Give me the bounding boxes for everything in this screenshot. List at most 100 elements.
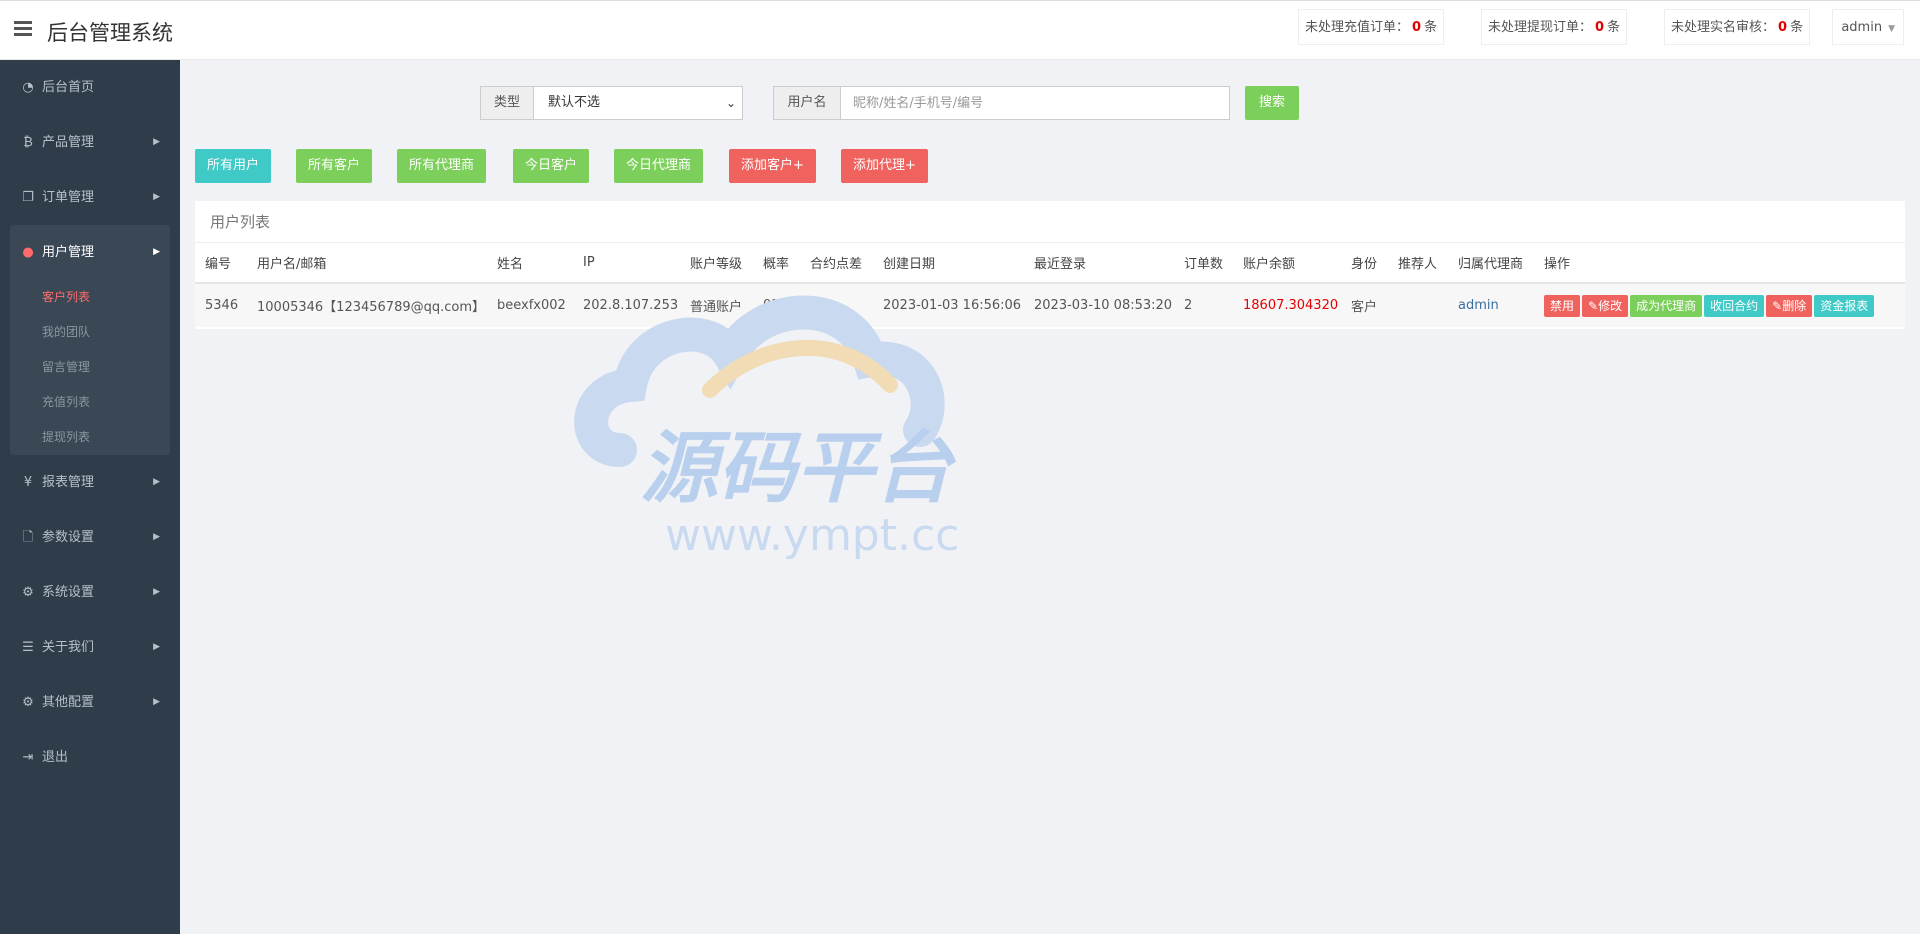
sidebar-item-users[interactable]: ● 用户管理 ▶ xyxy=(10,225,170,280)
type-select[interactable]: 默认不选 ⌄ xyxy=(533,86,743,120)
column-header: 合约点差 xyxy=(800,243,873,284)
table-row: 5346 10005346【123456789@qq.com】 beexfx00… xyxy=(195,283,1905,327)
pending-recharge-badge[interactable]: 未处理充值订单： 0 条 xyxy=(1298,9,1445,45)
chevron-right-icon: ▶ xyxy=(153,642,160,652)
cell-identity: 客户 xyxy=(1341,283,1388,327)
column-header: 账户等级 xyxy=(680,243,753,284)
sidebar-item-params[interactable]: 🗋 参数设置 ▶ xyxy=(0,510,180,565)
column-header: 编号 xyxy=(195,243,247,284)
cell-operations: 禁用 ✎修改 成为代理商 收回合约 ✎删除 资金报表 xyxy=(1534,283,1905,327)
edit-button[interactable]: ✎修改 xyxy=(1582,294,1629,317)
chevron-right-icon: ▶ xyxy=(153,137,160,147)
table-header-row: 编号 用户名/邮箱 姓名 IP 账户等级 概率 合约点差 创建日期 最近登录 订… xyxy=(195,243,1905,284)
disable-button[interactable]: 禁用 xyxy=(1544,294,1581,317)
gear-icon: ⚙ xyxy=(22,695,34,710)
cell-name: beexfx002 xyxy=(487,283,573,327)
fund-report-button[interactable]: 资金报表 xyxy=(1814,294,1875,317)
column-header: 操作 xyxy=(1534,243,1905,284)
cell-level: 普通账户 xyxy=(680,283,753,327)
sidebar-item-products[interactable]: ₿ 产品管理 ▶ xyxy=(0,115,180,170)
cell-id: 5346 xyxy=(195,283,247,327)
revoke-contract-button[interactable]: 收回合约 xyxy=(1704,294,1765,317)
pending-withdraw-badge[interactable]: 未处理提现订单： 0 条 xyxy=(1481,9,1628,45)
all-customers-button[interactable]: 所有客户 xyxy=(296,149,373,183)
sidebar-sub-withdraw-list[interactable]: 提现列表 xyxy=(10,420,170,455)
gears-icon: ⚙ xyxy=(22,585,34,600)
cell-orders: 2 xyxy=(1174,283,1233,327)
cell-created: 2023-01-03 16:56:06 xyxy=(873,283,1024,327)
cell-spread: 0,0 xyxy=(800,283,873,327)
delete-button[interactable]: ✎删除 xyxy=(1766,294,1813,317)
column-header: 账户余额 xyxy=(1233,243,1341,284)
sidebar-item-system[interactable]: ⚙ 系统设置 ▶ xyxy=(0,565,180,620)
app-title: 后台管理系统 xyxy=(47,21,173,45)
column-header: 姓名 xyxy=(487,243,573,284)
copy-icon: ❐ xyxy=(22,190,34,205)
today-customers-button[interactable]: 今日客户 xyxy=(513,149,590,183)
username-search-input[interactable] xyxy=(840,86,1230,120)
make-agent-button[interactable]: 成为代理商 xyxy=(1630,294,1703,317)
sidebar-group-users: ● 用户管理 ▶ 客户列表 我的团队 留言管理 充值列表 提现列表 xyxy=(10,225,170,455)
user-list-panel: 用户列表 编号 用户名/邮箱 姓名 IP 账户等级 概率 合约点差 创建日期 最… xyxy=(195,201,1905,329)
cell-referrer xyxy=(1388,283,1448,327)
sidebar-item-home[interactable]: ◔ 后台首页 xyxy=(0,60,180,115)
search-button[interactable]: 搜索 xyxy=(1245,86,1299,120)
sidebar-item-orders[interactable]: ❐ 订单管理 ▶ xyxy=(0,170,180,225)
chevron-right-icon: ▶ xyxy=(153,587,160,597)
add-agent-button[interactable]: 添加代理+ xyxy=(841,149,928,183)
main-content: 类型 默认不选⌄ 用户名 搜索 所有用户 所有客户 所有代理商 今日客户 今日代… xyxy=(180,60,1920,934)
sidebar-item-reports[interactable]: ¥ 报表管理 ▶ xyxy=(0,455,180,510)
chevron-right-icon: ▶ xyxy=(153,532,160,542)
column-header: 归属代理商 xyxy=(1448,243,1534,284)
cell-last-login: 2023-03-10 08:53:20 xyxy=(1024,283,1174,327)
column-header: 推荐人 xyxy=(1388,243,1448,284)
yen-icon: ¥ xyxy=(23,475,33,490)
cell-rate: 0% xyxy=(753,283,800,327)
cell-username: 10005346【123456789@qq.com】 xyxy=(247,283,487,327)
all-users-button[interactable]: 所有用户 xyxy=(195,149,272,183)
chevron-down-icon: ▶ xyxy=(153,247,160,257)
top-header: 后台管理系统 未处理充值订单： 0 条 未处理提现订单： 0 条 未处理实名审核： 0 条 … xyxy=(0,0,1920,60)
sign-out-icon: ⇥ xyxy=(22,750,34,765)
column-header: IP xyxy=(573,243,680,284)
column-header: 创建日期 xyxy=(873,243,1024,284)
caret-down-icon: ▼ xyxy=(1888,24,1895,34)
dashboard-icon: ◔ xyxy=(22,80,34,95)
column-header: 用户名/邮箱 xyxy=(247,243,487,284)
type-label: 类型 xyxy=(480,86,534,120)
all-agents-button[interactable]: 所有代理商 xyxy=(397,149,487,183)
cell-agent-link[interactable]: admin xyxy=(1448,283,1534,327)
sidebar-item-other[interactable]: ⚙ 其他配置 ▶ xyxy=(0,675,180,730)
list-icon: ☰ xyxy=(22,640,34,655)
pending-verification-badge[interactable]: 未处理实名审核： 0 条 xyxy=(1664,9,1811,45)
cell-ip: 202.8.107.253 xyxy=(573,283,680,327)
cell-balance: 18607.304320 xyxy=(1233,283,1341,327)
add-customer-button[interactable]: 添加客户+ xyxy=(729,149,816,183)
chevron-down-icon: ⌄ xyxy=(725,96,736,110)
menu-toggle-icon[interactable] xyxy=(14,21,32,37)
panel-title: 用户列表 xyxy=(195,201,1905,243)
file-icon: 🗋 xyxy=(22,530,34,545)
chevron-right-icon: ▶ xyxy=(153,192,160,202)
sidebar-sub-my-team[interactable]: 我的团队 xyxy=(10,315,170,350)
sidebar-item-logout[interactable]: ⇥ 退出 xyxy=(0,730,180,785)
today-agents-button[interactable]: 今日代理商 xyxy=(614,149,704,183)
sidebar-item-about[interactable]: ☰ 关于我们 ▶ xyxy=(0,620,180,675)
sidebar-sub-recharge-list[interactable]: 充值列表 xyxy=(10,385,170,420)
bitcoin-icon: ₿ xyxy=(23,135,33,150)
chevron-right-icon: ▶ xyxy=(153,697,160,707)
admin-user-menu[interactable]: admin ▼ xyxy=(1832,9,1904,45)
pencil-icon: ✎ xyxy=(1588,298,1599,313)
sidebar-sub-customer-list[interactable]: 客户列表 xyxy=(10,280,170,315)
sidebar-sub-messages[interactable]: 留言管理 xyxy=(10,350,170,385)
column-header: 订单数 xyxy=(1174,243,1233,284)
user-table: 编号 用户名/邮箱 姓名 IP 账户等级 概率 合约点差 创建日期 最近登录 订… xyxy=(195,243,1905,327)
username-label: 用户名 xyxy=(773,86,841,120)
column-header: 概率 xyxy=(753,243,800,284)
pencil-icon: ✎ xyxy=(1772,298,1783,313)
user-icon: ● xyxy=(22,245,34,260)
column-header: 身份 xyxy=(1341,243,1388,284)
sidebar: ◔ 后台首页 ₿ 产品管理 ▶ ❐ 订单管理 ▶ ● 用户管理 ▶ 客户列表 我的团队 留言管… xyxy=(0,60,180,934)
column-header: 最近登录 xyxy=(1024,243,1174,284)
chevron-right-icon: ▶ xyxy=(153,477,160,487)
